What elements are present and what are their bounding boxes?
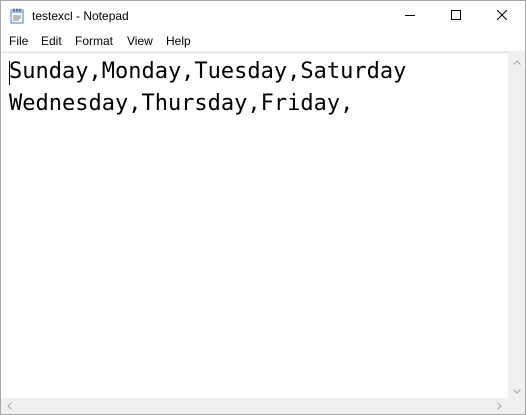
maximize-button[interactable] xyxy=(433,1,479,31)
window-title: testexcl - Notepad xyxy=(32,9,129,23)
chevron-down-icon xyxy=(512,381,521,399)
horizontal-scrollbar[interactable] xyxy=(1,398,508,414)
menu-format[interactable]: Format xyxy=(75,34,113,48)
scroll-down-button[interactable] xyxy=(508,381,525,398)
title-bar[interactable]: testexcl - Notepad xyxy=(1,1,525,31)
notepad-icon[interactable] xyxy=(10,8,24,24)
chevron-right-icon xyxy=(497,397,502,414)
menu-bar: File Edit Format View Help xyxy=(1,31,525,52)
chevron-up-icon xyxy=(512,52,521,70)
editor-text[interactable]: Sunday,Monday,Tuesday,Saturday Wednesday,… xyxy=(9,56,406,120)
scroll-left-button[interactable] xyxy=(1,398,18,414)
notepad-window: testexcl - Notepad File Edit Format View… xyxy=(0,0,526,415)
scroll-up-button[interactable] xyxy=(508,52,525,69)
size-grip[interactable] xyxy=(508,398,525,414)
vertical-scrollbar[interactable] xyxy=(508,52,525,398)
text-editor-area[interactable]: Sunday,Monday,Tuesday,Saturday Wednesday,… xyxy=(1,52,508,399)
close-button[interactable] xyxy=(479,1,525,31)
editor-line: Sunday,Monday,Tuesday,Saturday xyxy=(9,59,407,84)
chevron-left-icon xyxy=(7,397,12,414)
menu-file[interactable]: File xyxy=(9,34,28,48)
minimize-icon xyxy=(405,7,415,25)
close-icon xyxy=(496,7,508,25)
editor-line: Wednesday,Thursday,Friday, xyxy=(9,91,354,116)
scroll-right-button[interactable] xyxy=(491,398,508,414)
menu-help[interactable]: Help xyxy=(166,34,191,48)
menu-edit[interactable]: Edit xyxy=(41,34,62,48)
menu-view[interactable]: View xyxy=(127,34,153,48)
minimize-button[interactable] xyxy=(387,1,433,31)
maximize-icon xyxy=(451,7,461,25)
